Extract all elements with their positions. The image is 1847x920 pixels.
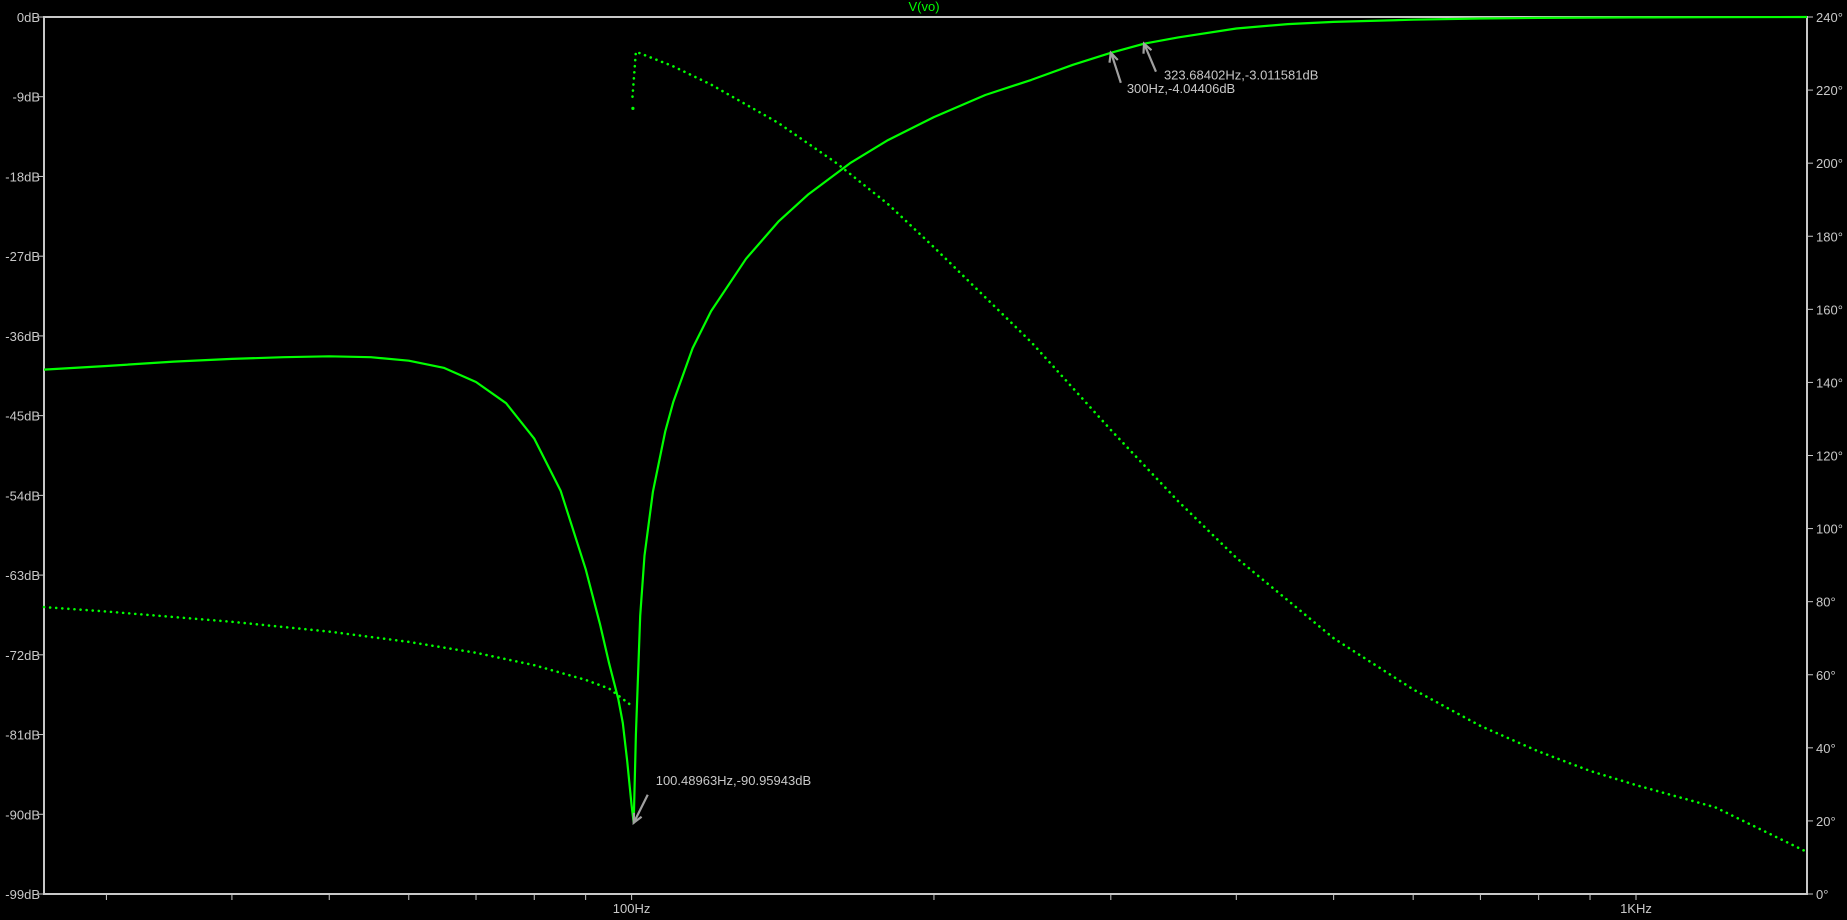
cursor-label: 300Hz,-4.04406dB: [1127, 81, 1235, 96]
right-tick-label: 20°: [1816, 814, 1836, 829]
left-tick-label: -90dB: [5, 807, 40, 822]
bode-plot[interactable]: V(vo) 0dB -9dB -18dB -27dB -36dB -45dB -54dB -6…: [0, 0, 1847, 920]
right-tick-label: 0°: [1816, 887, 1828, 902]
right-axis: 240° 220° 200° 180° 160° 140° 120° 100° 80° 60° 40…: [1807, 10, 1843, 902]
right-tick-label: 240°: [1816, 10, 1843, 25]
right-tick-label: 200°: [1816, 156, 1843, 171]
left-tick-label: -9dB: [13, 90, 40, 105]
x-tick-label: 100Hz: [613, 901, 651, 916]
right-tick-label: 220°: [1816, 83, 1843, 98]
right-tick-label: 160°: [1816, 302, 1843, 317]
x-tick-label: 1KHz: [1620, 901, 1652, 916]
left-tick-label: -36dB: [5, 329, 40, 344]
cursor-label: 100.48963Hz,-90.95943dB: [656, 773, 811, 788]
left-tick-label: -27dB: [5, 249, 40, 264]
left-tick-label: -45dB: [5, 409, 40, 424]
right-tick-label: 100°: [1816, 522, 1843, 537]
left-axis: 0dB -9dB -18dB -27dB -36dB -45dB -54dB -63dB -72…: [5, 10, 44, 902]
left-tick-label: -99dB: [5, 887, 40, 902]
trace-title[interactable]: V(vo): [908, 0, 939, 14]
phase-trace-point: [631, 106, 635, 110]
cursor-label: 323.68402Hz,-3.011581dB: [1164, 68, 1318, 83]
right-tick-label: 140°: [1816, 375, 1843, 390]
plot-frame: [43, 16, 1808, 895]
left-tick-label: 0dB: [17, 10, 40, 25]
left-tick-label: -54dB: [5, 488, 40, 503]
right-tick-label: 60°: [1816, 668, 1836, 683]
right-tick-label: 40°: [1816, 741, 1836, 756]
left-tick-label: -18dB: [5, 169, 40, 184]
left-tick-label: -63dB: [5, 568, 40, 583]
left-tick-label: -72dB: [5, 648, 40, 663]
right-tick-label: 120°: [1816, 449, 1843, 464]
left-tick-label: -81dB: [5, 728, 40, 743]
right-tick-label: 180°: [1816, 229, 1843, 244]
right-tick-label: 80°: [1816, 595, 1836, 610]
x-axis: 100Hz 1KHz: [105, 894, 1652, 916]
